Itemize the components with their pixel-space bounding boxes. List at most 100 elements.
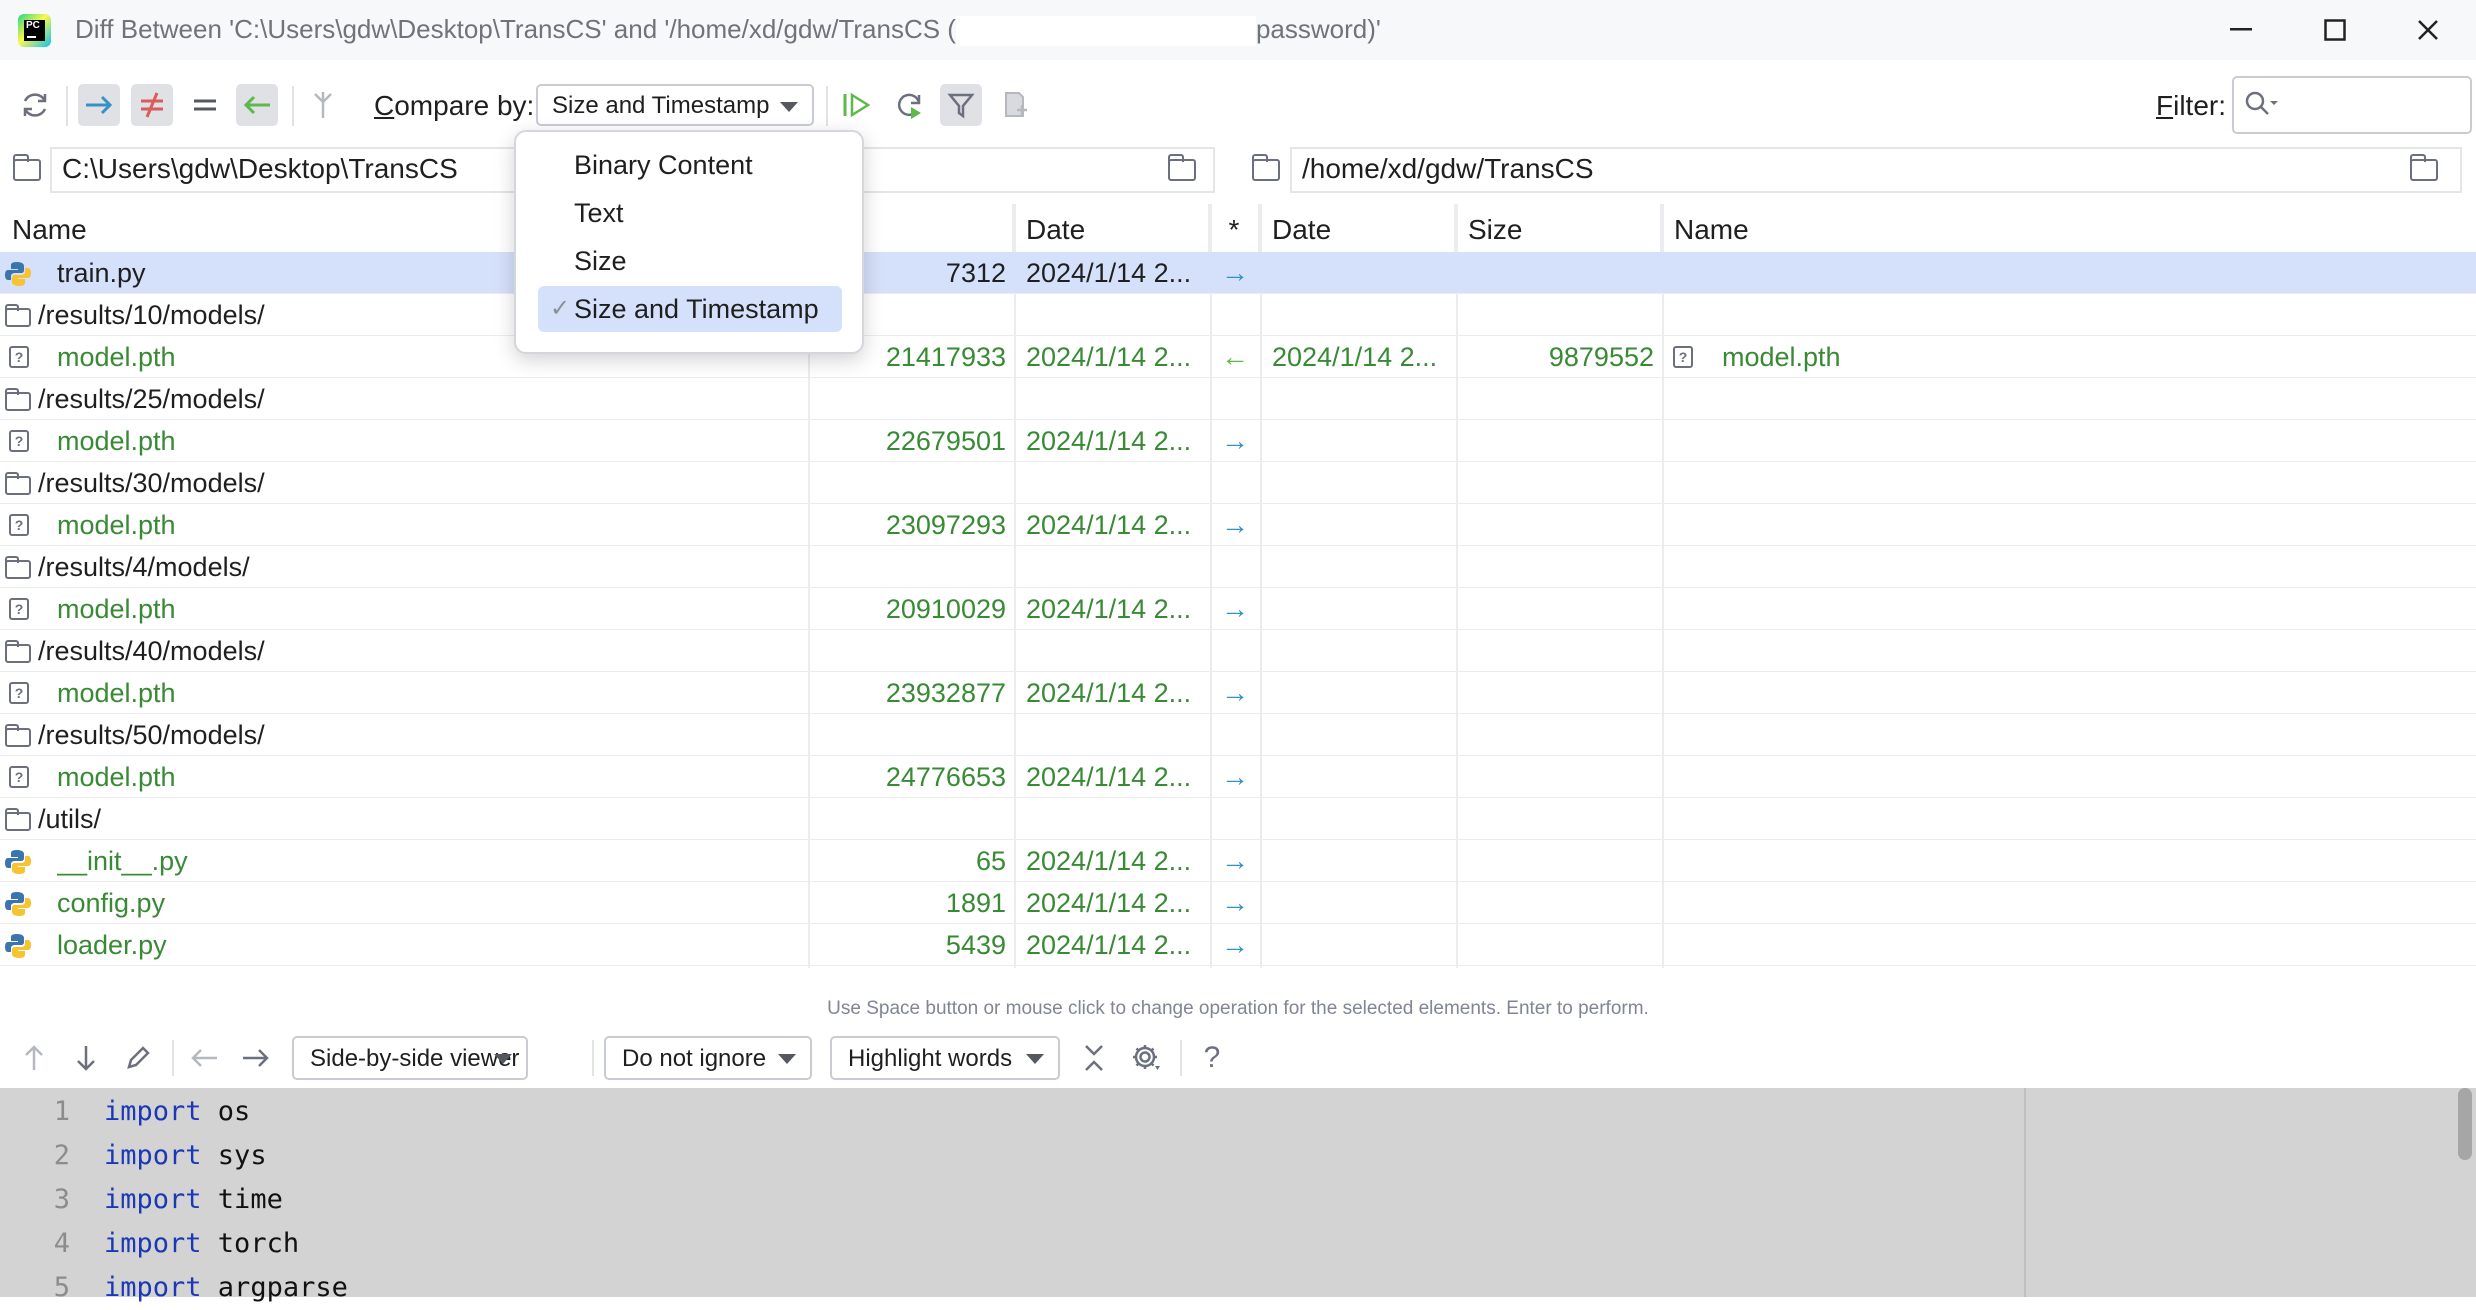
previous-difference-button[interactable]: [14, 1038, 54, 1078]
code-line[interactable]: import torch: [104, 1222, 299, 1266]
delete-button[interactable]: [994, 84, 1036, 126]
filter-toggle-button[interactable]: [940, 84, 982, 126]
column-right-size[interactable]: Size: [1456, 204, 1662, 254]
folder-row[interactable]: /results/40/models/: [0, 630, 2476, 672]
line-number: 2: [53, 1140, 70, 1171]
left-path-text: C:\Users\gdw\Desktop\TransCS: [62, 153, 458, 184]
table-row[interactable]: ? model.pth 23097293 2024/1/14 2... →: [0, 504, 2476, 546]
column-right-name[interactable]: Name: [1662, 204, 2476, 254]
operation-arrow[interactable]: →: [1210, 252, 1260, 294]
next-difference-button[interactable]: [66, 1038, 106, 1078]
synchronize-all-button[interactable]: [888, 84, 930, 126]
folder-path: /results/50/models/: [38, 720, 265, 750]
operation-arrow[interactable]: →: [1210, 504, 1260, 546]
right-file-name: model.pth: [1722, 342, 1841, 372]
operation-arrow[interactable]: →: [1210, 840, 1260, 882]
filter-input[interactable]: [2292, 88, 2466, 124]
show-left-only-button[interactable]: [78, 84, 120, 126]
not-equal-icon: [141, 92, 163, 118]
table-row[interactable]: train.py 7312 2024/1/14 2... →: [0, 252, 2476, 294]
show-equal-button[interactable]: [184, 84, 226, 126]
file-date: 2024/1/14 2...: [1026, 678, 1192, 708]
merge-button[interactable]: [302, 84, 344, 126]
code-line[interactable]: import os: [104, 1090, 250, 1134]
compare-by-dropdown[interactable]: Size and Timestamp: [536, 84, 814, 126]
synchronize-selected-button[interactable]: [836, 84, 878, 126]
table-row[interactable]: ? model.pth 23932877 2024/1/14 2... →: [0, 672, 2476, 714]
keyword: import: [104, 1272, 202, 1303]
table-row[interactable]: __init__.py 65 2024/1/14 2... →: [0, 840, 2476, 882]
table-row[interactable]: config.py 1891 2024/1/14 2... →: [0, 882, 2476, 924]
python-file-icon: [5, 891, 31, 917]
operation-arrow[interactable]: →: [1210, 420, 1260, 462]
operation-arrow[interactable]: →: [1210, 588, 1260, 630]
menu-item-label: Text: [574, 198, 624, 228]
title-bar: PC Diff Between 'C:\Users\gdw\Desktop\Tr…: [0, 0, 2476, 60]
refresh-button[interactable]: [14, 84, 56, 126]
folder-row[interactable]: /results/30/models/: [0, 462, 2476, 504]
column-right-date[interactable]: Date: [1260, 204, 1456, 254]
folder-icon: [5, 640, 31, 663]
folder-row[interactable]: /results/4/models/: [0, 546, 2476, 588]
edit-source-button[interactable]: [118, 1038, 158, 1078]
folder-row[interactable]: /results/50/models/: [0, 714, 2476, 756]
file-date: 2024/1/14 2...: [1026, 762, 1192, 792]
sync-icon: [898, 93, 921, 119]
chevron-down-icon: [780, 102, 798, 112]
folder-path: /results/10/models/: [38, 300, 265, 330]
menu-item[interactable]: Binary Content: [538, 142, 842, 188]
right-file-size: 9879552: [1548, 342, 1654, 372]
operation-arrow[interactable]: →: [1210, 756, 1260, 798]
pane-divider[interactable]: [2024, 1088, 2026, 1297]
folder-row[interactable]: /utils/: [0, 798, 2476, 840]
collapse-unchanged-button[interactable]: [1074, 1038, 1114, 1078]
code-line[interactable]: import argparse: [104, 1266, 348, 1310]
filter-field[interactable]: [2232, 76, 2472, 134]
menu-item[interactable]: Size: [538, 238, 842, 284]
code-line[interactable]: import sys: [104, 1134, 267, 1178]
folder-row[interactable]: /results/10/models/: [0, 294, 2476, 336]
viewer-dropdown[interactable]: Side-by-side viewer: [292, 1036, 528, 1080]
operation-arrow[interactable]: →: [1210, 672, 1260, 714]
previous-file-button[interactable]: [184, 1038, 224, 1078]
browse-folder-icon[interactable]: [1168, 154, 1196, 181]
python-file-icon: [5, 849, 31, 875]
ignore-dropdown[interactable]: Do not ignore: [604, 1036, 812, 1080]
highlight-dropdown[interactable]: Highlight words: [830, 1036, 1060, 1080]
code-line[interactable]: import time: [104, 1178, 283, 1222]
table-row[interactable]: ? model.pth 22679501 2024/1/14 2... →: [0, 420, 2476, 462]
scrollbar-thumb[interactable]: [2458, 1088, 2472, 1160]
operation-arrow[interactable]: ←: [1210, 336, 1260, 378]
column-operation[interactable]: *: [1210, 204, 1260, 254]
next-file-button[interactable]: [236, 1038, 276, 1078]
folder-icon: [1252, 154, 1280, 181]
operation-arrow[interactable]: →: [1210, 882, 1260, 924]
table-row[interactable]: loader.py 5439 2024/1/14 2... →: [0, 924, 2476, 966]
operation-arrow[interactable]: →: [1210, 924, 1260, 966]
menu-item-label: Binary Content: [574, 150, 753, 180]
show-right-only-button[interactable]: [236, 84, 278, 126]
menu-item[interactable]: ✓ Size and Timestamp: [538, 286, 842, 332]
maximize-button[interactable]: [2300, 6, 2370, 54]
folder-path: /results/4/models/: [38, 552, 250, 582]
folder-row[interactable]: /results/25/models/: [0, 378, 2476, 420]
settings-button[interactable]: [1126, 1038, 1166, 1078]
python-file-icon: [5, 933, 31, 959]
toolbar-separator: [1180, 1040, 1182, 1076]
toolbar-separator: [66, 86, 68, 126]
table-row[interactable]: ? model.pth 21417933 2024/1/14 2... ← 2024/1/…: [0, 336, 2476, 378]
help-button[interactable]: ?: [1192, 1038, 1232, 1078]
code-viewer[interactable]: 1 import os 2 import sys 3 import time 4 import…: [0, 1088, 2476, 1303]
show-different-button[interactable]: [131, 84, 173, 126]
column-left-date[interactable]: Date: [1014, 204, 1210, 254]
close-button[interactable]: [2393, 6, 2463, 54]
right-path-field[interactable]: /home/xd/gdw/TransCS: [1290, 147, 2462, 193]
table-row[interactable]: ? model.pth 24776653 2024/1/14 2... →: [0, 756, 2476, 798]
table-row[interactable]: ? model.pth 20910029 2024/1/14 2... →: [0, 588, 2476, 630]
vertical-scrollbar[interactable]: [2454, 1088, 2476, 1297]
browse-folder-icon[interactable]: [2410, 154, 2438, 181]
menu-item[interactable]: Text: [538, 190, 842, 236]
unknown-file-icon: ?: [9, 346, 29, 368]
minimize-button[interactable]: [2206, 6, 2276, 54]
file-name: model.pth: [57, 762, 176, 792]
